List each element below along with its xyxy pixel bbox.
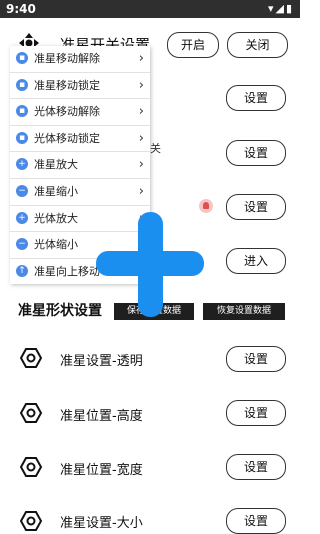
open-button[interactable]: 开启 bbox=[167, 32, 219, 58]
row-label: 准星设置-透明 bbox=[60, 354, 143, 369]
settings-button[interactable]: 设置 bbox=[226, 194, 286, 220]
settings-button[interactable]: 设置 bbox=[226, 454, 286, 480]
settings-button[interactable]: 设置 bbox=[226, 140, 286, 166]
lock-icon: ▪ bbox=[16, 131, 28, 144]
chevron-right-icon: › bbox=[138, 77, 144, 93]
settings-button[interactable]: 设置 bbox=[226, 346, 286, 372]
menu-item-crosshair-enlarge[interactable]: + 准星放大 › bbox=[10, 152, 150, 179]
enter-button[interactable]: 进入 bbox=[226, 248, 286, 274]
status-bar: 9:40 ▾◢▮ bbox=[0, 0, 300, 18]
row-label: 准星位置-高度 bbox=[60, 409, 143, 424]
menu-item-label: 准星向上移动 bbox=[34, 264, 100, 278]
hexagon-nut-icon bbox=[20, 511, 42, 531]
settings-button[interactable]: 设置 bbox=[226, 508, 286, 534]
menu-item-light-move-lock[interactable]: ▪ 光体移动锁定 › bbox=[10, 126, 150, 153]
lock-icon: ▪ bbox=[16, 78, 28, 91]
plus-circle-icon: + bbox=[16, 158, 28, 171]
battery-icon: ▮ bbox=[285, 2, 294, 15]
hexagon-nut-icon bbox=[20, 403, 42, 423]
section-title: 准星形状设置 bbox=[18, 303, 102, 319]
menu-item-light-enlarge[interactable]: + 光体放大 › bbox=[10, 206, 150, 233]
signal-icon: ◢ bbox=[275, 2, 286, 15]
menu-item-label: 光体移动锁定 bbox=[34, 131, 100, 145]
lock-icon: ▪ bbox=[16, 52, 28, 64]
crosshair-plus-icon[interactable] bbox=[96, 251, 204, 276]
menu-item-label: 准星放大 bbox=[34, 158, 78, 172]
notification-bell-icon[interactable] bbox=[199, 199, 213, 213]
minus-circle-icon: − bbox=[16, 184, 28, 197]
chevron-right-icon: › bbox=[138, 130, 144, 146]
chevron-right-icon: › bbox=[138, 157, 144, 173]
settings-button[interactable]: 设置 bbox=[226, 85, 286, 111]
menu-item-label: 光体缩小 bbox=[34, 238, 78, 252]
menu-item-crosshair-move-lock[interactable]: ▪ 准星移动锁定 › bbox=[10, 73, 150, 100]
row-label: 准星位置-宽度 bbox=[60, 463, 143, 478]
menu-item-label: 准星缩小 bbox=[34, 184, 78, 198]
menu-item-label: 准星移动解除 bbox=[34, 52, 100, 65]
chevron-right-icon: › bbox=[138, 183, 144, 199]
lock-icon: ▪ bbox=[16, 105, 28, 118]
menu-item-light-move-unlock[interactable]: ▪ 光体移动解除 › bbox=[10, 99, 150, 126]
status-time: 9:40 bbox=[6, 2, 36, 16]
popup-menu: ▪ 准星移动解除 › ▪ 准星移动锁定 › ▪ 光体移动解除 › ▪ 光体移动锁… bbox=[10, 46, 150, 285]
restore-settings-button[interactable]: 恢复设置数据 bbox=[203, 303, 285, 320]
row-label: 准星设置-大小 bbox=[60, 516, 143, 531]
settings-button[interactable]: 设置 bbox=[226, 400, 286, 426]
hexagon-nut-icon bbox=[20, 348, 42, 368]
menu-item-label: 光体放大 bbox=[34, 211, 78, 225]
close-button[interactable]: 关闭 bbox=[227, 32, 288, 58]
arrow-up-circle-icon: ↑ bbox=[16, 264, 28, 277]
system-icons: ▾◢▮ bbox=[268, 2, 294, 15]
chevron-right-icon: › bbox=[138, 51, 144, 66]
menu-item-crosshair-shrink[interactable]: − 准星缩小 › bbox=[10, 179, 150, 206]
plus-circle-icon: + bbox=[16, 211, 28, 224]
menu-item-label: 光体移动解除 bbox=[34, 105, 100, 119]
chevron-right-icon: › bbox=[138, 104, 144, 120]
menu-item-crosshair-move-unlock[interactable]: ▪ 准星移动解除 › bbox=[10, 46, 150, 73]
minus-circle-icon: − bbox=[16, 238, 28, 251]
menu-item-label: 准星移动锁定 bbox=[34, 78, 100, 92]
hexagon-nut-icon bbox=[20, 457, 42, 477]
partial-label: 关 bbox=[150, 142, 161, 155]
